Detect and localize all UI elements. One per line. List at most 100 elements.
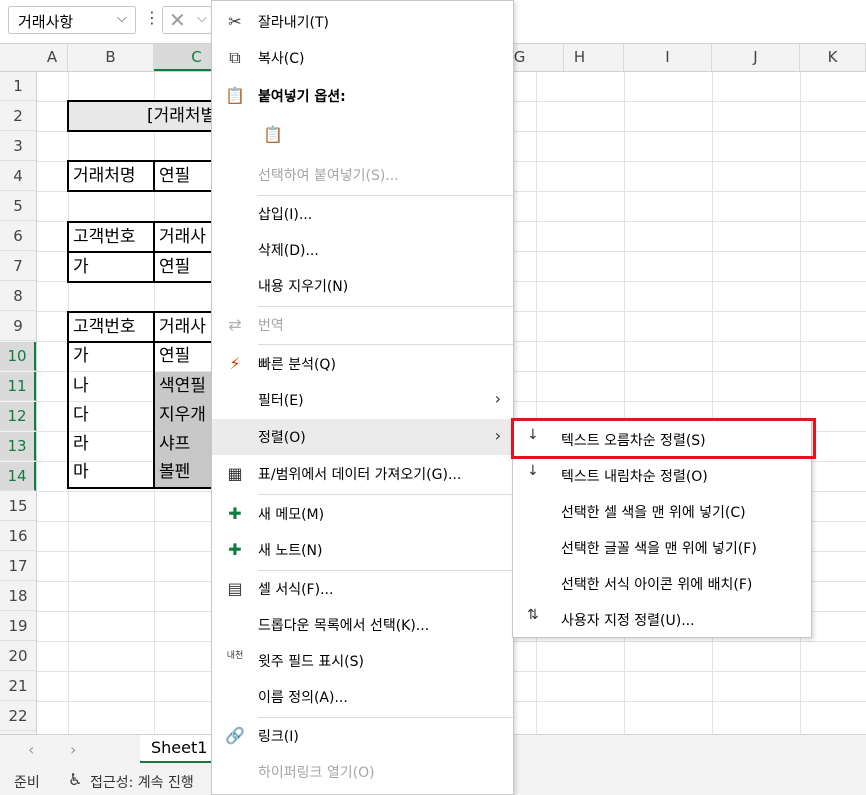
row-header[interactable]: 15	[0, 492, 36, 521]
row-header[interactable]: 5	[0, 192, 36, 221]
submenu-item-cell-color[interactable]: 선택한 셀 색을 맨 위에 넣기(C)	[513, 493, 811, 529]
menu-item-link[interactable]: 🔗 링크(I)	[212, 718, 513, 754]
accessibility-status[interactable]: 접근성: 계속 진행	[90, 772, 194, 792]
menu-item-new-comment[interactable]: ✚ 새 메모(M)	[212, 496, 513, 532]
context-menu: ✂ 잘라내기(T) ⧉ 복사(C) 📋 붙여넣기 옵션: 📋 선택하여 붙여넣기…	[211, 0, 514, 795]
submenu-item-icon[interactable]: 선택한 서식 아이콘 위에 배치(F)	[513, 565, 811, 601]
name-box-value: 거래사항	[18, 13, 74, 31]
close-icon: ✕	[169, 8, 186, 32]
menu-item-quick-analysis[interactable]: ⚡ 빠른 분석(Q)	[212, 346, 513, 382]
menu-item-clear[interactable]: 내용 지우기(N)	[212, 268, 513, 304]
chevron-left-icon[interactable]: ‹	[28, 740, 34, 759]
list-item[interactable]: 샤프	[155, 430, 215, 459]
row-header[interactable]: 4	[0, 162, 36, 191]
menu-item-filter[interactable]: 필터(E) ›	[212, 382, 513, 418]
row-header[interactable]: 16	[0, 522, 36, 551]
column-header-h[interactable]: H	[536, 44, 624, 71]
list-item[interactable]: 라	[69, 430, 153, 459]
menu-item-label: 하이퍼링크 열기(O)	[258, 765, 375, 781]
menu-item-translate[interactable]: ⇄ 번역	[212, 307, 513, 343]
row-header[interactable]: 10	[0, 342, 36, 371]
chevron-down-icon[interactable]: ⌵	[117, 11, 127, 26]
name-box[interactable]: 거래사항 ⌵	[8, 6, 136, 34]
submenu-item-font-color[interactable]: 선택한 글꼴 색을 맨 위에 넣기(F)	[513, 529, 811, 565]
menu-item-copy[interactable]: ⧉ 복사(C)	[212, 40, 513, 76]
paste-options-header: 📋 붙여넣기 옵션:	[212, 78, 513, 114]
menu-item-label: 링크(I)	[258, 729, 299, 745]
title-cell[interactable]: [거래처별	[67, 100, 217, 132]
column-header-a[interactable]: A	[37, 44, 68, 71]
row-header[interactable]: 13	[0, 432, 36, 461]
highlight-annotation	[511, 418, 816, 459]
list-item[interactable]: 나	[69, 372, 153, 401]
format-cells-icon: ▤	[227, 579, 243, 598]
row-header[interactable]: 12	[0, 402, 36, 431]
menu-item-label: 내용 지우기(N)	[258, 279, 349, 295]
cell-c4[interactable]: 연필	[153, 160, 217, 192]
accessibility-icon[interactable]: ♿	[68, 770, 82, 789]
row-header[interactable]: 11	[0, 372, 36, 401]
column-header-i[interactable]: I	[624, 44, 712, 71]
cell-c7[interactable]: 연필	[153, 251, 217, 283]
menu-item-format-cells[interactable]: ▤ 셀 서식(F)...	[212, 571, 513, 607]
menu-item-pick-dropdown[interactable]: 드롭다운 목록에서 선택(K)...	[212, 607, 513, 643]
row-header[interactable]: 21	[0, 672, 36, 701]
menu-item-delete[interactable]: 삭제(D)...	[212, 232, 513, 268]
chevron-right-icon[interactable]: ›	[70, 740, 76, 759]
menu-item-label: 표/범위에서 데이터 가져오기(G)...	[258, 467, 462, 483]
list-item[interactable]: 가	[69, 342, 153, 371]
menu-item-define-name[interactable]: 이름 정의(A)...	[212, 679, 513, 715]
cancel-entry-button[interactable]: ✕ ⌵	[162, 6, 212, 34]
menu-item-label: 복사(C)	[258, 51, 305, 67]
menu-item-label: 잘라내기(T)	[258, 15, 329, 31]
cell-b9[interactable]: 고객번호	[67, 311, 155, 343]
menu-item-paste-special[interactable]: 선택하여 붙여넣기(S)...	[212, 157, 513, 193]
submenu-item-sort-descending[interactable]: ↓ 텍스트 내림차순 정렬(O)	[513, 457, 811, 493]
list-item[interactable]: 연필	[155, 342, 215, 371]
row-header[interactable]: 1	[0, 72, 36, 101]
row-header[interactable]: 19	[0, 612, 36, 641]
cell-b6[interactable]: 고객번호	[67, 221, 155, 253]
menu-item-insert[interactable]: 삽입(I)...	[212, 196, 513, 232]
row-header[interactable]: 9	[0, 312, 36, 341]
paste-option-button[interactable]: 📋	[212, 117, 513, 153]
menu-item-new-note[interactable]: ✚ 새 노트(N)	[212, 532, 513, 568]
menu-item-phonetic[interactable]: 내천 윗주 필드 표시(S)	[212, 643, 513, 679]
more-options-icon[interactable]: ⋮	[144, 8, 160, 27]
row-header[interactable]: 7	[0, 252, 36, 281]
sheet-tab[interactable]: Sheet1	[140, 735, 214, 763]
cell-b7[interactable]: 가	[67, 251, 155, 283]
clipboard-icon: 📋	[225, 86, 245, 105]
row-header[interactable]: 22	[0, 702, 36, 731]
column-header-j[interactable]: J	[712, 44, 800, 71]
row-header[interactable]: 6	[0, 222, 36, 251]
menu-item-get-data[interactable]: ▦ 표/범위에서 데이터 가져오기(G)...	[212, 456, 513, 492]
list-item[interactable]: 색연필	[155, 372, 215, 401]
list-item[interactable]: 다	[69, 401, 153, 430]
row-header-column: 1 2 3 4 5 6 7 8 9 10 11 12 13 14 15 16 1…	[0, 72, 37, 734]
row-header[interactable]: 17	[0, 552, 36, 581]
new-comment-icon: ✚	[228, 504, 242, 523]
row-header[interactable]: 3	[0, 132, 36, 161]
row-header[interactable]: 8	[0, 282, 36, 311]
list-item[interactable]: 볼펜	[155, 458, 215, 487]
menu-item-cut[interactable]: ✂ 잘라내기(T)	[212, 4, 513, 40]
menu-item-label: 삭제(D)...	[258, 243, 319, 259]
cell-c6[interactable]: 거래사	[153, 221, 217, 253]
cell-b4[interactable]: 거래처명	[67, 160, 155, 192]
list-item[interactable]: 지우개	[155, 401, 215, 430]
menu-item-label: 셀 서식(F)...	[258, 582, 334, 598]
row-header[interactable]: 2	[0, 102, 36, 131]
row-header[interactable]: 14	[0, 462, 36, 491]
menu-item-sort[interactable]: 정렬(O) ›	[212, 419, 513, 455]
column-header-k[interactable]: K	[800, 44, 866, 71]
row-header[interactable]: 20	[0, 642, 36, 671]
list-item[interactable]: 마	[69, 458, 153, 487]
menu-item-open-hyperlink[interactable]: 하이퍼링크 열기(O)	[212, 754, 513, 790]
row-header[interactable]: 18	[0, 582, 36, 611]
menu-item-label: 새 노트(N)	[258, 543, 323, 559]
submenu-item-custom-sort[interactable]: ⇅ 사용자 지정 정렬(U)...	[513, 601, 811, 637]
submenu-item-label: 선택한 서식 아이콘 위에 배치(F)	[561, 577, 753, 593]
column-header-b[interactable]: B	[68, 44, 154, 71]
cell-c9[interactable]: 거래사	[153, 311, 217, 343]
